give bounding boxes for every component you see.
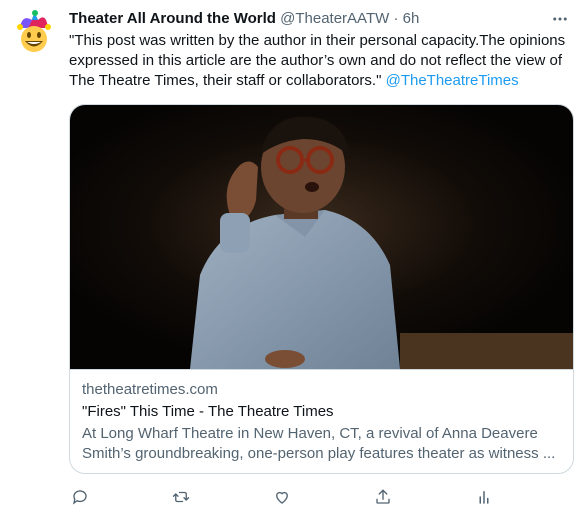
card-description: At Long Wharf Theatre in New Haven, CT, … xyxy=(82,425,556,462)
separator: · xyxy=(393,10,399,27)
tweet-actions xyxy=(61,484,521,510)
tweet-header: Theater All Around the World @TheaterAAT… xyxy=(69,9,574,29)
analytics-button[interactable] xyxy=(471,484,497,510)
share-icon xyxy=(376,489,390,504)
more-button[interactable] xyxy=(546,5,574,33)
reply-icon xyxy=(72,490,87,505)
timestamp[interactable]: 6h xyxy=(403,10,420,27)
share-button[interactable] xyxy=(370,484,396,510)
retweet-icon xyxy=(172,491,190,503)
like-button[interactable] xyxy=(269,484,295,510)
card-domain: thetheatretimes.com xyxy=(82,381,218,398)
link-card[interactable]: thetheatretimes.com "Fires" This Time - … xyxy=(69,104,574,474)
display-name[interactable]: Theater All Around the World xyxy=(69,10,276,27)
card-divider xyxy=(70,369,573,370)
card-title: "Fires" This Time - The Theatre Times xyxy=(82,403,334,420)
analytics-icon xyxy=(479,491,489,504)
more-horizontal-icon xyxy=(553,17,567,21)
card-text: thetheatretimes.com "Fires" This Time - … xyxy=(82,380,564,464)
mention-link[interactable]: @TheTheatreTimes xyxy=(386,72,519,89)
like-icon xyxy=(276,491,288,504)
avatar[interactable] xyxy=(10,8,58,56)
tweet-text: "This post was written by the author in … xyxy=(69,31,574,91)
handle[interactable]: @TheaterAATW xyxy=(280,10,389,27)
jester-smiley-avatar-icon xyxy=(10,8,58,56)
card-image xyxy=(70,105,573,369)
retweet-button[interactable] xyxy=(168,484,194,510)
reply-button[interactable] xyxy=(67,484,93,510)
